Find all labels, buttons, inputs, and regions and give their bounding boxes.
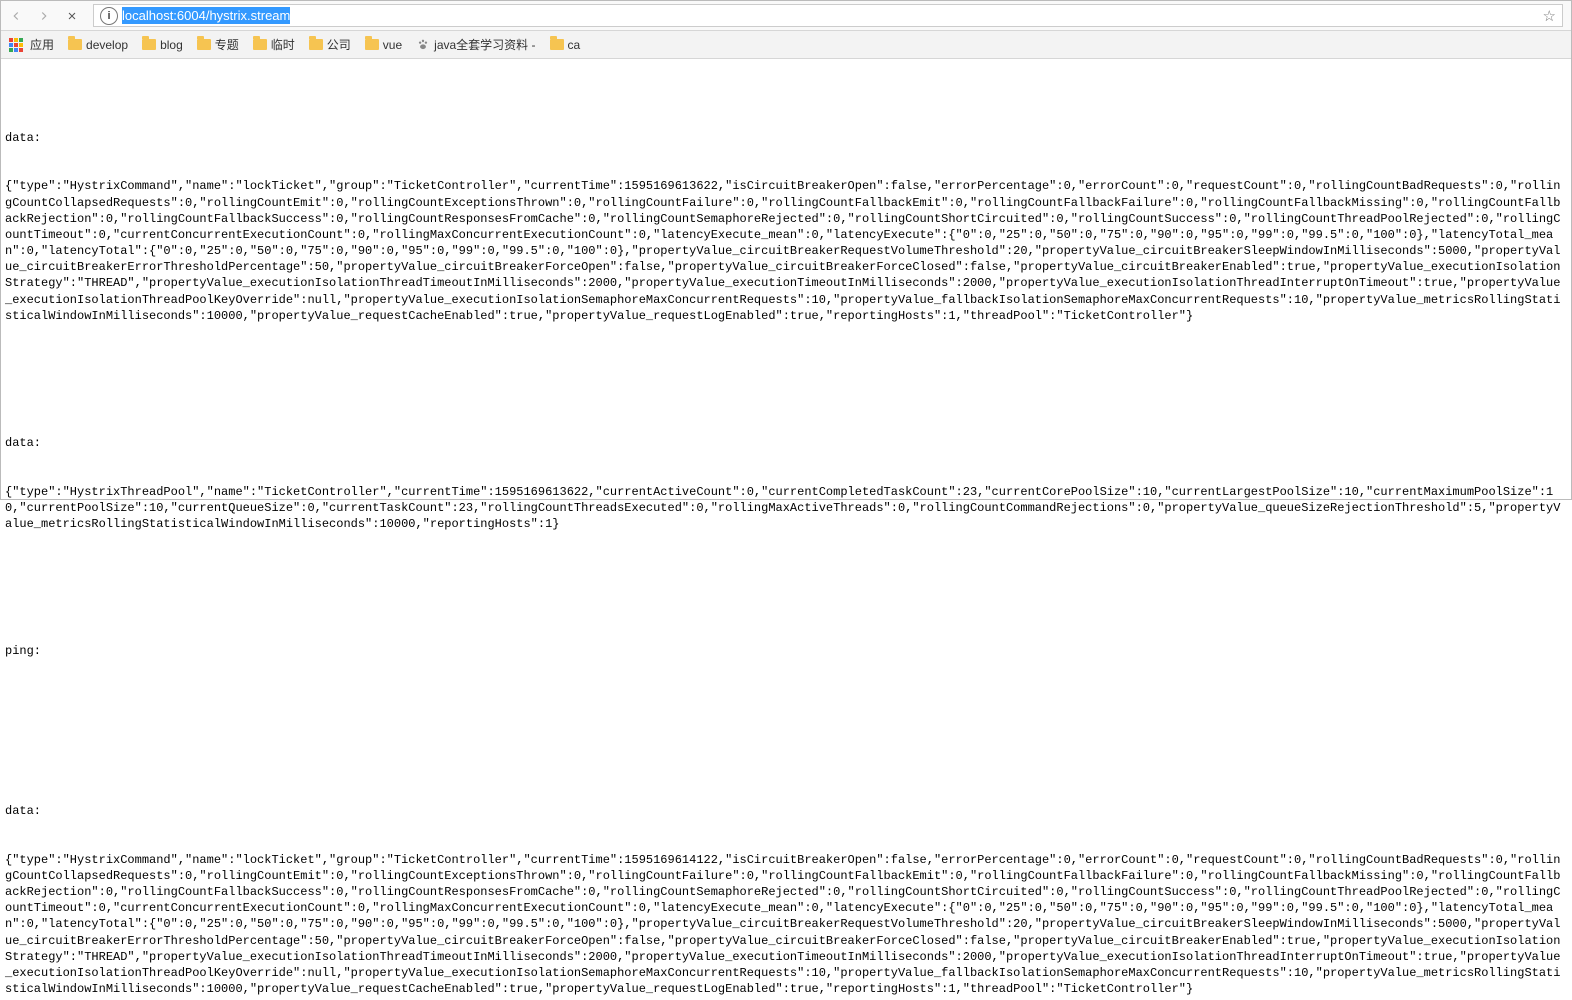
stream-label: data:: [5, 435, 1567, 451]
stop-button[interactable]: [61, 5, 83, 27]
bookmark-company[interactable]: 公司: [309, 36, 351, 53]
bookmark-vue[interactable]: vue: [365, 38, 402, 52]
bookmark-label: ca: [568, 38, 581, 52]
folder-icon: [253, 39, 267, 50]
bookmark-develop[interactable]: develop: [68, 38, 128, 52]
stream-block: ping:: [5, 611, 1567, 724]
url-text: localhost:6004/hystrix.stream: [122, 7, 290, 24]
bookmark-ca[interactable]: ca: [550, 38, 581, 52]
bookmark-label: vue: [383, 38, 402, 52]
stream-body: {"type":"HystrixThreadPool","name":"Tick…: [5, 484, 1567, 533]
bookmark-label: 专题: [215, 36, 239, 53]
stream-label: data:: [5, 130, 1567, 146]
bookmark-label: java全套学习资料 -: [434, 36, 535, 53]
folder-icon: [309, 39, 323, 50]
bookmark-star-icon[interactable]: ☆: [1543, 7, 1556, 25]
browser-nav-bar: i localhost:6004/hystrix.stream ☆: [1, 1, 1571, 31]
bookmark-label: 公司: [327, 36, 351, 53]
bookmark-temp[interactable]: 临时: [253, 36, 295, 53]
baidu-icon: [416, 38, 430, 52]
address-bar[interactable]: i localhost:6004/hystrix.stream ☆: [93, 4, 1563, 27]
folder-icon: [197, 39, 211, 50]
stream-body: {"type":"HystrixCommand","name":"lockTic…: [5, 852, 1567, 998]
stream-body: {"type":"HystrixCommand","name":"lockTic…: [5, 178, 1567, 324]
stream-label: ping:: [5, 643, 1567, 659]
back-button[interactable]: [5, 5, 27, 27]
folder-icon: [142, 39, 156, 50]
bookmark-label: 临时: [271, 36, 295, 53]
stream-block: data: {"type":"HystrixThreadPool","name"…: [5, 403, 1567, 565]
stream-label: data:: [5, 803, 1567, 819]
apps-button[interactable]: 应用: [9, 36, 54, 53]
bookmarks-bar: 应用 develop blog 专题 临时 公司 vue java全套学习资料 …: [1, 31, 1571, 59]
info-icon[interactable]: i: [100, 7, 118, 25]
folder-icon: [365, 39, 379, 50]
bookmark-label: develop: [86, 38, 128, 52]
apps-icon: [9, 38, 23, 52]
folder-icon: [550, 39, 564, 50]
stream-content: data: {"type":"HystrixCommand","name":"l…: [1, 59, 1571, 1000]
folder-icon: [68, 39, 82, 50]
apps-label: 应用: [30, 36, 54, 53]
stream-block: data: {"type":"HystrixCommand","name":"l…: [5, 97, 1567, 356]
forward-button[interactable]: [33, 5, 55, 27]
bookmark-java-learning[interactable]: java全套学习资料 -: [416, 36, 535, 53]
bookmark-blog[interactable]: blog: [142, 38, 183, 52]
stream-block: data: {"type":"HystrixCommand","name":"l…: [5, 771, 1567, 1000]
bookmark-topics[interactable]: 专题: [197, 36, 239, 53]
bookmark-label: blog: [160, 38, 183, 52]
